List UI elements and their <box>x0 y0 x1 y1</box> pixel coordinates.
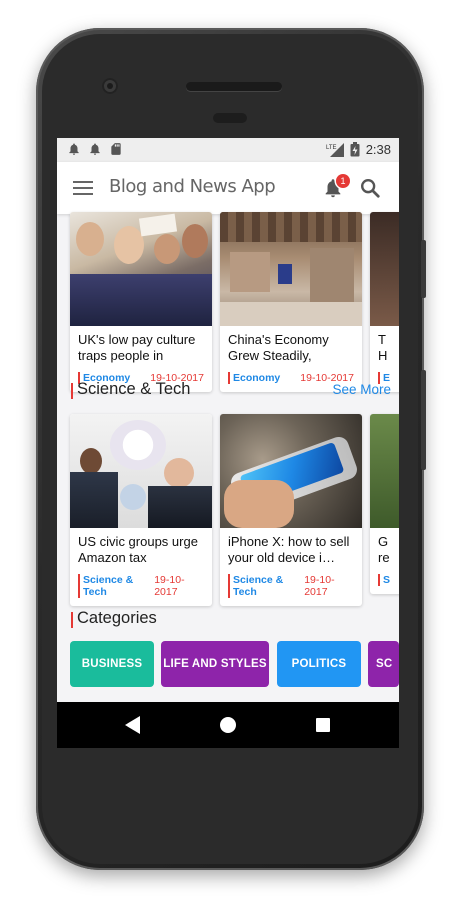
section-accent-bar <box>71 383 73 399</box>
news-date: 19-10-2017 <box>304 574 335 598</box>
category-chip-science[interactable]: SC <box>368 641 399 687</box>
notification-bell-icon <box>69 143 79 155</box>
app-title: Blog and News App <box>109 176 276 197</box>
news-title: iPhone X: how to sell your old device i… <box>228 534 350 565</box>
sd-card-icon <box>111 143 121 155</box>
news-card[interactable]: T H E <box>370 212 399 392</box>
notification-badge: 1 <box>336 174 350 188</box>
lte-signal-icon: LTE <box>326 142 344 157</box>
news-image-protest <box>70 212 212 326</box>
news-meta: Science & Tech 19-10-2017 <box>70 568 212 598</box>
front-camera-icon <box>102 78 118 94</box>
section-title: Science & Tech <box>77 380 191 398</box>
news-meta: S <box>370 568 399 586</box>
news-image-iphone <box>220 414 362 528</box>
news-title: G re <box>378 534 390 565</box>
news-image-market <box>220 212 362 326</box>
news-card[interactable]: UK's low pay culture traps people in poo… <box>70 212 212 392</box>
status-bar: LTE 2:38 <box>57 138 399 162</box>
news-image <box>370 414 399 528</box>
news-category: Science & Tech <box>228 574 304 598</box>
volume-button <box>421 370 426 470</box>
notification-bell-icon <box>90 143 100 155</box>
category-chip-life-and-styles[interactable]: LIFE AND STYLES <box>161 641 269 687</box>
news-card[interactable]: G re S <box>370 414 399 594</box>
news-meta: Science & Tech 19-10-2017 <box>220 568 362 598</box>
status-time: 2:38 <box>365 142 391 157</box>
news-title: China's Economy Grew Steadily, Than… <box>228 332 329 366</box>
app-bar: Blog and News App 1 <box>57 162 399 214</box>
news-image <box>370 212 399 326</box>
category-chip-business[interactable]: BUSINESS <box>70 641 154 687</box>
power-button <box>421 240 426 298</box>
recent-apps-icon[interactable] <box>316 718 330 732</box>
see-more-link[interactable]: See More <box>332 382 391 397</box>
categories-section-header: Categories <box>71 609 391 631</box>
home-icon[interactable] <box>220 717 236 733</box>
category-chip-politics[interactable]: POLITICS <box>277 641 361 687</box>
status-left-icons <box>67 142 123 156</box>
search-icon[interactable] <box>359 177 381 199</box>
back-icon[interactable] <box>125 716 141 734</box>
android-nav-bar <box>57 702 399 748</box>
earpiece-speaker <box>186 82 282 91</box>
status-right-icons: LTE 2:38 <box>326 142 391 157</box>
news-title: US civic groups urge Amazon tax pledge:… <box>78 534 198 568</box>
section-title: Categories <box>77 609 157 627</box>
news-image-politicians <box>70 414 212 528</box>
news-title: T H <box>378 332 388 363</box>
network-label: LTE <box>326 145 337 151</box>
poster-graphic <box>150 420 190 446</box>
news-title: UK's low pay culture traps people in poo… <box>78 332 196 366</box>
news-category: Science & Tech <box>78 574 154 598</box>
science-section-header: Science & Tech See More <box>71 380 391 402</box>
news-card[interactable]: China's Economy Grew Steadily, Than… Eco… <box>220 212 362 392</box>
proximity-sensor <box>213 113 247 123</box>
hamburger-menu-icon[interactable] <box>73 179 93 197</box>
news-category: S <box>378 574 390 586</box>
news-card[interactable]: US civic groups urge Amazon tax pledge:…… <box>70 414 212 606</box>
section-accent-bar <box>71 612 73 628</box>
battery-charging-icon <box>350 142 360 157</box>
phone-screen: LTE 2:38 Blog and News App 1 UK's low pa… <box>57 138 399 748</box>
news-date: 19-10-2017 <box>154 574 185 598</box>
news-card[interactable]: iPhone X: how to sell your old device i…… <box>220 414 362 606</box>
